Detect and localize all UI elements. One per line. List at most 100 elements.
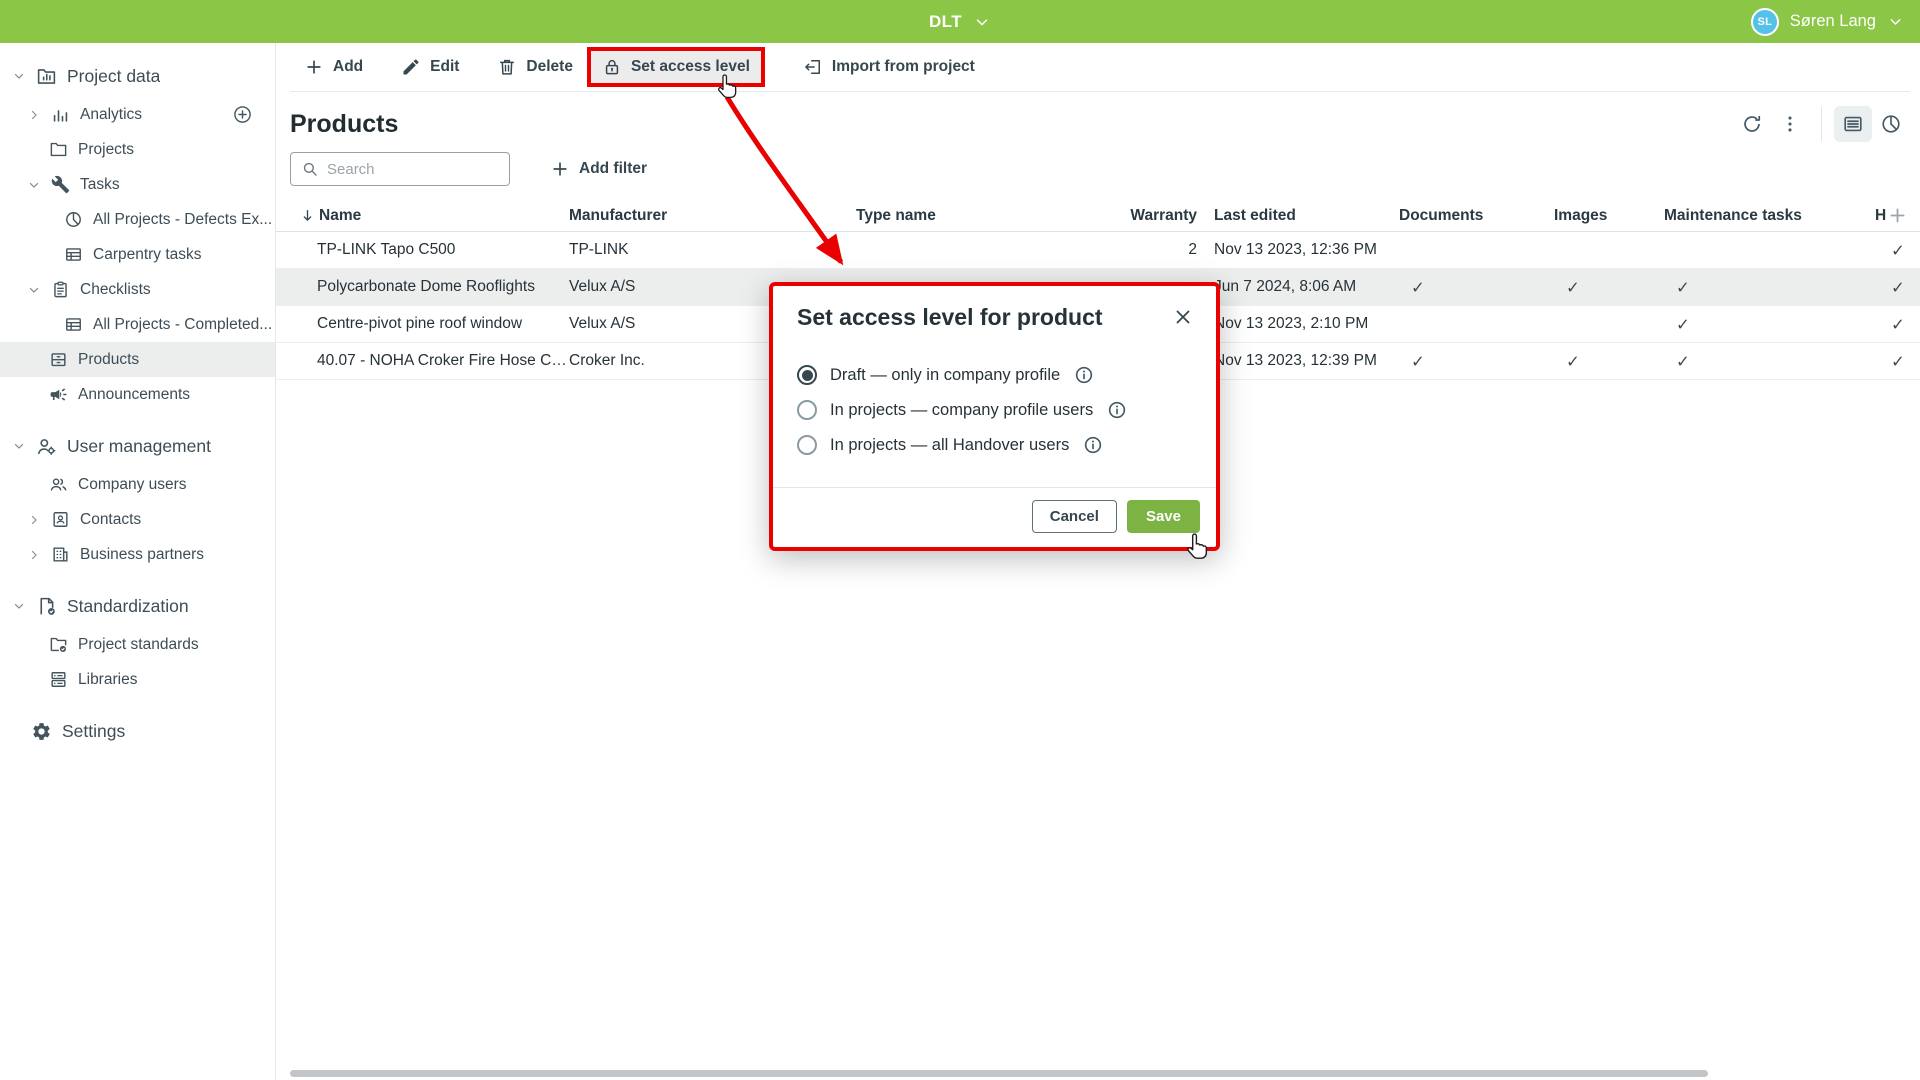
- column-header-type-name[interactable]: Type name: [856, 207, 1099, 225]
- column-header-last-edited[interactable]: Last edited: [1199, 207, 1399, 225]
- handover-check: ✓: [1875, 352, 1920, 371]
- document-check-icon: [36, 596, 57, 617]
- sidebar-item-settings[interactable]: Settings: [0, 710, 275, 752]
- search-input[interactable]: [327, 161, 499, 178]
- more-options-button[interactable]: [1771, 106, 1809, 142]
- sidebar-item-tasks[interactable]: Tasks: [0, 167, 275, 202]
- folder-icon: [49, 140, 68, 159]
- table-view-icon: [1842, 113, 1864, 135]
- pie-chart-icon: [64, 210, 83, 229]
- page-title: Products: [290, 110, 398, 139]
- option-all-handover-users: In projects — all Handover users: [797, 433, 1192, 457]
- radio-all-handover-users[interactable]: [797, 435, 817, 455]
- sidebar-item-announcements[interactable]: Announcements: [0, 377, 275, 412]
- add-filter-button[interactable]: Add filter: [550, 159, 647, 179]
- horizontal-scrollbar[interactable]: [290, 1070, 1708, 1077]
- workspace-name: DLT: [929, 12, 962, 32]
- main-content: Add Edit Delete Set access level Import …: [276, 43, 1920, 1080]
- products-toolbar: Add Edit Delete Set access level Import …: [290, 43, 1910, 92]
- sidebar-item-contacts[interactable]: Contacts: [0, 502, 275, 537]
- sidebar-item-user-management[interactable]: User management: [0, 425, 275, 467]
- handover-check: ✓: [1875, 278, 1920, 297]
- column-header-manufacturer[interactable]: Manufacturer: [569, 207, 856, 225]
- chevron-right-icon: [27, 108, 41, 122]
- table-icon: [64, 315, 83, 334]
- sidebar: Project data Analytics Projects Tasks Al…: [0, 43, 276, 1080]
- set-access-level-button[interactable]: Set access level: [602, 57, 750, 77]
- save-button[interactable]: Save: [1127, 500, 1200, 533]
- column-header-handover[interactable]: H: [1875, 205, 1920, 226]
- table-row[interactable]: TP-LINK Tapo C500 TP-LINK 2 Nov 13 2023,…: [276, 232, 1920, 269]
- sidebar-item-checklists[interactable]: Checklists: [0, 272, 275, 307]
- kebab-icon: [1779, 113, 1801, 135]
- sidebar-item-products[interactable]: Products: [0, 342, 275, 377]
- plus-icon: [304, 57, 324, 77]
- info-icon[interactable]: [1107, 400, 1127, 420]
- sidebar-item-carpentry-tasks[interactable]: Carpentry tasks: [0, 237, 275, 272]
- add-analytics-icon[interactable]: [232, 104, 253, 125]
- chart-view-toggle[interactable]: [1872, 106, 1910, 142]
- maintenance-check: ✓: [1664, 278, 1875, 297]
- handover-check: ✓: [1875, 241, 1920, 260]
- column-header-name[interactable]: Name: [276, 207, 569, 225]
- folder-check-icon: [49, 635, 68, 654]
- sidebar-item-business-partners[interactable]: Business partners: [0, 537, 275, 572]
- pencil-icon: [401, 57, 421, 77]
- delete-button[interactable]: Delete: [497, 57, 573, 77]
- cancel-button[interactable]: Cancel: [1032, 500, 1117, 533]
- sort-descending-icon: [299, 207, 316, 224]
- workspace-selector[interactable]: DLT: [929, 12, 991, 32]
- chevron-down-icon: [27, 283, 41, 297]
- sidebar-item-standardization[interactable]: Standardization: [0, 585, 275, 627]
- table-header: Name Manufacturer Type name Warranty Las…: [276, 200, 1920, 232]
- close-icon: [1172, 306, 1194, 328]
- chevron-right-icon: [27, 513, 41, 527]
- top-bar: DLT SL Søren Lang: [0, 0, 1920, 43]
- handover-check: ✓: [1875, 315, 1920, 334]
- analytics-icon: [51, 105, 70, 124]
- sidebar-item-libraries[interactable]: Libraries: [0, 662, 275, 697]
- maintenance-check: ✓: [1664, 352, 1875, 371]
- import-icon: [803, 57, 823, 77]
- annotation-highlight-box: Set access level: [587, 47, 765, 87]
- refresh-button[interactable]: [1733, 106, 1771, 142]
- sidebar-item-company-users[interactable]: Company users: [0, 467, 275, 502]
- add-column-icon[interactable]: [1887, 205, 1908, 226]
- radio-draft[interactable]: [797, 365, 817, 385]
- pie-view-icon: [1880, 113, 1902, 135]
- sidebar-item-analytics[interactable]: Analytics: [0, 97, 275, 132]
- sidebar-item-all-projects-defects[interactable]: All Projects - Defects Ex...: [0, 202, 275, 237]
- maintenance-check: ✓: [1664, 315, 1875, 334]
- images-check: ✓: [1554, 352, 1664, 371]
- chevron-right-icon: [27, 548, 41, 562]
- divider: [1821, 107, 1822, 141]
- documents-check: ✓: [1399, 278, 1554, 297]
- import-from-project-button[interactable]: Import from project: [803, 57, 975, 77]
- column-header-maintenance-tasks[interactable]: Maintenance tasks: [1664, 207, 1875, 225]
- column-header-warranty[interactable]: Warranty: [1099, 207, 1199, 225]
- option-company-profile-users: In projects — company profile users: [797, 398, 1192, 422]
- edit-button[interactable]: Edit: [401, 57, 459, 77]
- radio-company-profile-users[interactable]: [797, 400, 817, 420]
- close-dialog-button[interactable]: [1170, 304, 1196, 330]
- refresh-icon: [1741, 113, 1763, 135]
- sidebar-item-project-data[interactable]: Project data: [0, 55, 275, 97]
- sidebar-item-project-standards[interactable]: Project standards: [0, 627, 275, 662]
- add-button[interactable]: Add: [304, 57, 363, 77]
- avatar-initials: SL: [1757, 16, 1772, 28]
- table-view-toggle[interactable]: [1834, 106, 1872, 142]
- contact-card-icon: [51, 510, 70, 529]
- view-actions: [1733, 106, 1910, 142]
- column-header-documents[interactable]: Documents: [1399, 207, 1554, 225]
- sidebar-item-all-projects-completed[interactable]: All Projects - Completed...: [0, 307, 275, 342]
- info-icon[interactable]: [1074, 365, 1094, 385]
- user-gear-icon: [36, 436, 57, 457]
- column-header-images[interactable]: Images: [1554, 207, 1664, 225]
- sidebar-item-projects[interactable]: Projects: [0, 132, 275, 167]
- chevron-down-icon: [973, 13, 991, 31]
- user-menu[interactable]: SL Søren Lang: [1751, 0, 1904, 43]
- access-level-options: Draft — only in company profile In proje…: [773, 363, 1216, 457]
- user-name: Søren Lang: [1790, 12, 1876, 31]
- info-icon[interactable]: [1083, 435, 1103, 455]
- option-draft: Draft — only in company profile: [797, 363, 1192, 387]
